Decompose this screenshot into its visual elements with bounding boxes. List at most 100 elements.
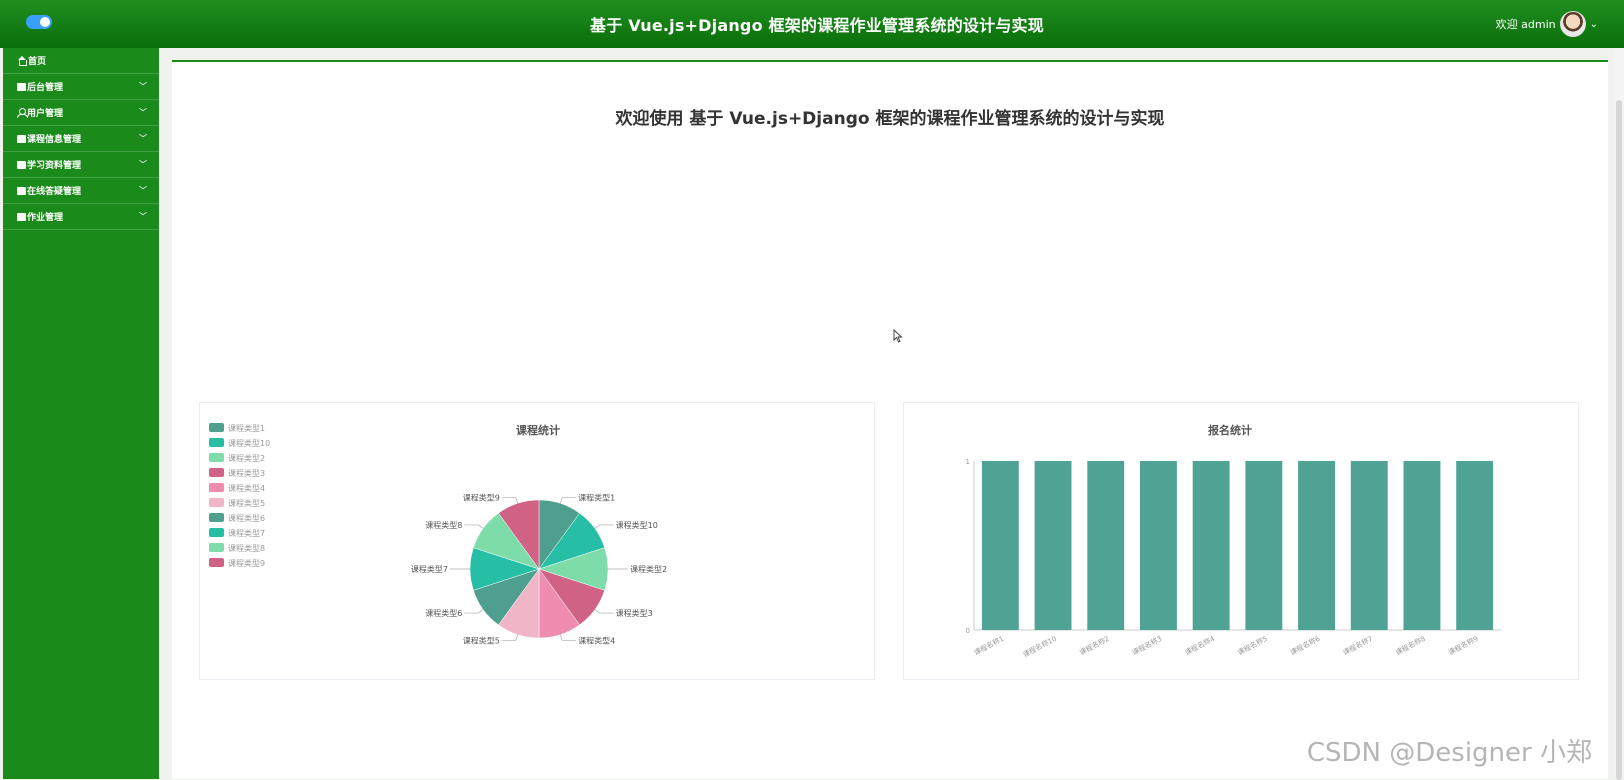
x-tick-label: 课程名称9 bbox=[1447, 634, 1480, 657]
x-tick-label: 课程名称7 bbox=[1341, 634, 1374, 657]
bar bbox=[1035, 461, 1072, 630]
home-icon bbox=[17, 56, 27, 65]
legend-label: 课程类型1 bbox=[228, 423, 265, 433]
sidebar-item-label: 用户管理 bbox=[27, 106, 139, 119]
legend-label: 课程类型7 bbox=[228, 528, 265, 538]
pie-label-line bbox=[560, 635, 576, 641]
pie-label-line bbox=[595, 610, 614, 614]
legend-label: 课程类型2 bbox=[228, 453, 265, 463]
pie-label: 课程类型4 bbox=[578, 635, 615, 645]
sidebar-item-label: 作业管理 bbox=[27, 210, 139, 223]
panel-icon bbox=[17, 135, 26, 143]
sidebar-item-homework[interactable]: 作业管理 ﹀ bbox=[3, 204, 159, 230]
chevron-down-icon: ﹀ bbox=[139, 107, 147, 118]
pie-label-line bbox=[502, 635, 518, 641]
x-tick-label: 课程名称4 bbox=[1183, 634, 1216, 657]
page-title: 欢迎使用 基于 Vue.js+Django 框架的课程作业管理系统的设计与实现 bbox=[172, 104, 1608, 129]
pie-label-line bbox=[595, 525, 614, 529]
sidebar-item-materials[interactable]: 学习资料管理 ﹀ bbox=[3, 152, 159, 178]
bar bbox=[1193, 461, 1230, 630]
pie-label-line bbox=[464, 525, 483, 529]
bar bbox=[1140, 461, 1177, 630]
sidebar-item-label: 在线答疑管理 bbox=[27, 184, 139, 197]
x-tick-label: 课程名称8 bbox=[1394, 634, 1427, 657]
x-tick-label: 课程名称2 bbox=[1078, 634, 1111, 657]
panel-icon bbox=[17, 187, 26, 195]
x-tick-label: 课程名称5 bbox=[1236, 634, 1269, 657]
legend-label: 课程类型3 bbox=[228, 468, 265, 478]
legend-swatch bbox=[209, 513, 224, 522]
chevron-down-icon: ﹀ bbox=[139, 133, 147, 144]
y-tick-label: 0 bbox=[966, 627, 970, 635]
bar bbox=[1456, 461, 1493, 630]
chevron-down-icon: ﹀ bbox=[139, 81, 147, 92]
enrollment-stats-card: 报名统计 0 1 课程名称1 课程名称10 课程名称2 课程名称3 课程名称4 课程名称5 课程名… bbox=[903, 402, 1579, 680]
x-tick-label: 课程名称10 bbox=[1021, 634, 1058, 659]
user-icon bbox=[17, 108, 26, 117]
pie-label: 课程类型5 bbox=[463, 635, 500, 645]
avatar[interactable] bbox=[1560, 11, 1586, 37]
pie-label: 课程类型6 bbox=[425, 608, 462, 618]
panel-icon bbox=[17, 83, 26, 91]
legend-swatch bbox=[209, 498, 224, 507]
sidebar: 首页 后台管理 ﹀ 用户管理 ﹀ 课程信息管理 ﹀ 学习资料管理 ﹀ 在线答疑管… bbox=[3, 48, 159, 779]
main-panel: 欢迎使用 基于 Vue.js+Django 框架的课程作业管理系统的设计与实现 … bbox=[172, 60, 1608, 779]
legend-label: 课程类型9 bbox=[228, 558, 265, 568]
save-icon bbox=[17, 213, 26, 221]
legend-label: 课程类型5 bbox=[228, 498, 265, 508]
sidebar-item-label: 课程信息管理 bbox=[27, 132, 139, 145]
welcome-user-label: 欢迎 admin bbox=[1496, 16, 1556, 32]
sidebar-item-course-info[interactable]: 课程信息管理 ﹀ bbox=[3, 126, 159, 152]
pie-label: 课程类型9 bbox=[463, 493, 500, 503]
bar bbox=[1351, 461, 1388, 630]
pie-label-line bbox=[464, 610, 483, 614]
app-title: 基于 Vue.js+Django 框架的课程作业管理系统的设计与实现 bbox=[0, 12, 1624, 36]
legend-swatch bbox=[209, 543, 224, 552]
legend-label: 课程类型6 bbox=[228, 513, 265, 523]
pie-label: 课程类型7 bbox=[411, 564, 448, 574]
course-stats-pie-chart: 课程统计 课程类型1 课程类型10 课程类型2 课程类型3 课程类型4 课程类型5 课程类型6… bbox=[200, 403, 876, 681]
x-tick-label: 课程名称6 bbox=[1289, 634, 1322, 657]
sidebar-item-label: 后台管理 bbox=[27, 80, 139, 93]
bar bbox=[1245, 461, 1282, 630]
legend-label: 课程类型10 bbox=[228, 438, 270, 448]
sidebar-item-users[interactable]: 用户管理 ﹀ bbox=[3, 100, 159, 126]
chart-title: 课程统计 bbox=[516, 423, 560, 437]
folder-icon bbox=[17, 161, 26, 169]
legend-swatch bbox=[209, 468, 224, 477]
pie-label: 课程类型8 bbox=[425, 520, 462, 530]
enrollment-stats-bar-chart: 报名统计 0 1 课程名称1 课程名称10 课程名称2 课程名称3 课程名称4 课程名称5 课程名… bbox=[904, 403, 1580, 681]
chart-title: 报名统计 bbox=[1208, 423, 1252, 437]
legend-label: 课程类型4 bbox=[228, 483, 265, 493]
bar bbox=[982, 461, 1019, 630]
sidebar-item-qa[interactable]: 在线答疑管理 ﹀ bbox=[3, 178, 159, 204]
sidebar-item-label: 首页 bbox=[28, 54, 147, 67]
legend-label: 课程类型8 bbox=[228, 543, 265, 553]
pie-label-line bbox=[502, 498, 518, 504]
sidebar-item-home[interactable]: 首页 bbox=[3, 48, 159, 74]
chevron-down-icon: ﹀ bbox=[139, 211, 147, 222]
top-bar: 基于 Vue.js+Django 框架的课程作业管理系统的设计与实现 欢迎 ad… bbox=[0, 0, 1624, 48]
scrollbar-thumb[interactable] bbox=[1616, 100, 1622, 780]
sidebar-item-backend[interactable]: 后台管理 ﹀ bbox=[3, 74, 159, 100]
pie-label: 课程类型2 bbox=[630, 564, 667, 574]
legend-swatch bbox=[209, 453, 224, 462]
chevron-down-icon: ⌄ bbox=[1590, 19, 1598, 30]
watermark: CSDN @Designer 小郑 bbox=[1307, 732, 1592, 769]
y-tick-label: 1 bbox=[966, 458, 970, 466]
course-stats-card: 课程统计 课程类型1 课程类型10 课程类型2 课程类型3 课程类型4 课程类型5 课程类型6… bbox=[199, 402, 875, 680]
page-scrollbar[interactable] bbox=[1614, 48, 1624, 779]
pie-label-line bbox=[560, 498, 576, 504]
bar bbox=[1298, 461, 1335, 630]
legend-swatch bbox=[209, 438, 224, 447]
chevron-down-icon: ﹀ bbox=[139, 159, 147, 170]
sidebar-item-label: 学习资料管理 bbox=[27, 158, 139, 171]
bar bbox=[1087, 461, 1124, 630]
x-tick-label: 课程名称3 bbox=[1130, 634, 1163, 657]
legend-swatch bbox=[209, 558, 224, 567]
legend-swatch bbox=[209, 423, 224, 432]
bar bbox=[1404, 461, 1441, 630]
x-tick-label: 课程名称1 bbox=[972, 634, 1005, 657]
user-menu[interactable]: 欢迎 admin ⌄ bbox=[1496, 11, 1598, 37]
pie-label: 课程类型3 bbox=[616, 608, 653, 618]
